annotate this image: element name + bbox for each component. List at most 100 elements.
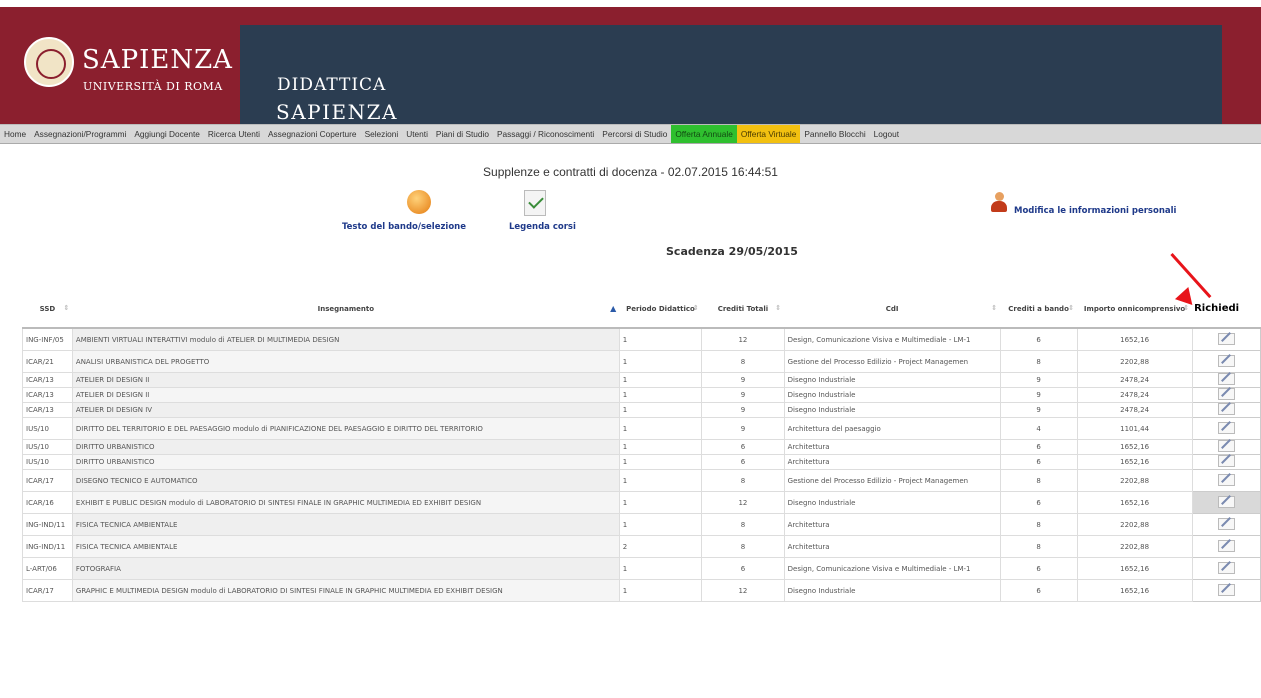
edit-icon[interactable] — [1217, 561, 1235, 574]
edit-icon[interactable] — [1217, 421, 1235, 434]
request-cell[interactable] — [1191, 387, 1261, 403]
nav-offerta-annuale[interactable]: Offerta Annuale — [671, 125, 737, 143]
nav-assegnazioni-programmi[interactable]: Assegnazioni/Programmi — [30, 125, 130, 143]
ssd-cell: ICAR/17 — [22, 469, 73, 492]
course-cell: DISEGNO TECNICO E AUTOMATICO — [71, 469, 620, 492]
amount-cell: 2202,88 — [1076, 469, 1193, 492]
nav-home[interactable]: Home — [0, 125, 30, 143]
cdl-cell: Disegno Industriale — [783, 387, 1001, 403]
request-cell[interactable] — [1191, 327, 1261, 351]
edit-icon[interactable] — [1217, 354, 1235, 367]
edit-icon[interactable] — [1217, 473, 1235, 486]
edit-icon[interactable] — [1217, 539, 1235, 552]
edit-icon[interactable] — [1217, 373, 1235, 385]
request-cell[interactable] — [1191, 454, 1261, 470]
edit-icon[interactable] — [1217, 583, 1235, 596]
credits-cell: 8 — [701, 535, 785, 558]
table-row: ICAR/13 ATELIER DI DESIGN IV 1 9 Disegno Ind… — [22, 402, 1261, 418]
legenda-icon[interactable] — [524, 190, 546, 216]
amount-cell: 1101,44 — [1076, 417, 1193, 440]
legenda-link[interactable]: Legenda corsi — [509, 222, 576, 232]
period-cell: 1 — [618, 372, 703, 388]
request-cell[interactable] — [1191, 372, 1261, 388]
amount-cell: 2202,88 — [1076, 350, 1193, 373]
brand-name[interactable]: SAPIENZA — [82, 45, 233, 75]
period-cell: 1 — [618, 579, 703, 602]
table-row: ICAR/16 EXHIBIT E PUBLIC DESIGN modulo di… — [22, 491, 1261, 514]
cdl-cell: Gestione del Processo Edilizio - Project… — [783, 469, 1001, 492]
cdl-cell: Architettura — [783, 454, 1001, 470]
header-importo[interactable]: Importo onnicomprensivo ⇕ — [1077, 290, 1193, 329]
deadline: Scadenza 29/05/2015 — [666, 245, 798, 258]
page-title: Supplenze e contratti di docenza - 02.07… — [483, 165, 778, 179]
header-crediti-totali[interactable]: Crediti Totali ⇕ — [701, 290, 785, 329]
table-row: ICAR/13 ATELIER DI DESIGN II 1 9 Disegno Ind… — [22, 387, 1261, 403]
request-cell[interactable] — [1191, 513, 1261, 536]
ssd-cell: ICAR/13 — [22, 372, 73, 388]
amount-cell: 2202,88 — [1076, 513, 1193, 536]
request-cell[interactable] — [1191, 491, 1261, 514]
request-cell[interactable] — [1191, 557, 1261, 580]
period-cell: 1 — [618, 454, 703, 470]
course-cell: ANALISI URBANISTICA DEL PROGETTO — [71, 350, 620, 373]
cdl-cell: Disegno Industriale — [783, 579, 1001, 602]
ssd-cell: ING-IND/11 — [22, 513, 73, 536]
request-cell[interactable] — [1191, 402, 1261, 418]
nav-pannello-blocchi[interactable]: Pannello Blocchi — [800, 125, 869, 143]
request-cell[interactable] — [1191, 417, 1261, 440]
cdl-cell: Architettura del paesaggio — [783, 417, 1001, 440]
course-cell: DIRITTO URBANISTICO — [71, 454, 620, 470]
sapienza-title: SAPIENZA — [276, 100, 398, 124]
nav-ricerca-utenti[interactable]: Ricerca Utenti — [204, 125, 264, 143]
nav-offerta-virtuale[interactable]: Offerta Virtuale — [736, 125, 801, 143]
period-cell: 1 — [618, 557, 703, 580]
nav-percorsi-di-studio[interactable]: Percorsi di Studio — [598, 125, 671, 143]
header-richiedi: Richiedi — [1192, 290, 1261, 329]
header-insegnamento[interactable]: Insegnamento ▲ — [72, 290, 620, 329]
request-cell[interactable] — [1191, 439, 1261, 455]
course-cell: FOTOGRAFIA — [71, 557, 620, 580]
nav-logout[interactable]: Logout — [870, 125, 903, 143]
profile-link[interactable]: Modifica le informazioni personali — [1014, 206, 1176, 216]
bando-icon[interactable] — [407, 190, 431, 214]
nav-aggiungi-docente[interactable]: Aggiungi Docente — [130, 125, 204, 143]
course-cell: GRAPHIC E MULTIMEDIA DESIGN modulo di LA… — [71, 579, 620, 602]
bando-credits-cell: 8 — [999, 469, 1078, 492]
header-cdl[interactable]: CdI ⇕ — [784, 290, 1001, 329]
credits-cell: 8 — [701, 350, 785, 373]
amount-cell: 1652,16 — [1076, 327, 1193, 351]
nav-piani-di-studio[interactable]: Piani di Studio — [432, 125, 493, 143]
cdl-cell: Design, Comunicazione Visiva e Multimedi… — [783, 327, 1001, 351]
request-cell[interactable] — [1191, 579, 1261, 602]
amount-cell: 1652,16 — [1076, 557, 1193, 580]
request-cell[interactable] — [1191, 535, 1261, 558]
nav-passaggi-riconoscimenti[interactable]: Passaggi / Riconoscimenti — [493, 125, 598, 143]
edit-icon[interactable] — [1217, 517, 1235, 530]
brand-subtitle: UNIVERSITÀ DI ROMA — [83, 80, 223, 93]
header-periodo-didattico[interactable]: Periodo Didattico ⇕ — [619, 290, 702, 329]
course-cell: DIRITTO URBANISTICO — [71, 439, 620, 455]
nav-selezioni[interactable]: Selezioni — [361, 125, 403, 143]
edit-icon[interactable] — [1217, 455, 1235, 467]
credits-cell: 6 — [701, 439, 785, 455]
person-icon[interactable] — [990, 192, 1008, 212]
edit-icon[interactable] — [1217, 495, 1235, 508]
bando-credits-cell: 6 — [999, 439, 1078, 455]
edit-icon[interactable] — [1217, 403, 1235, 415]
edit-icon[interactable] — [1217, 388, 1235, 400]
sapienza-seal-icon[interactable] — [24, 37, 74, 87]
header-crediti-a-bando[interactable]: Crediti a bando ⇕ — [1000, 290, 1078, 329]
course-cell: ATELIER DI DESIGN IV — [71, 402, 620, 418]
bando-link[interactable]: Testo del bando/selezione — [342, 222, 466, 232]
edit-icon[interactable] — [1217, 332, 1235, 345]
bando-credits-cell: 9 — [999, 402, 1078, 418]
ssd-cell: ICAR/13 — [22, 402, 73, 418]
request-cell[interactable] — [1191, 469, 1261, 492]
nav-utenti[interactable]: Utenti — [402, 125, 432, 143]
header-ssd[interactable]: SSD ⇕ — [22, 290, 73, 329]
edit-icon[interactable] — [1217, 440, 1235, 452]
nav-assegnazioni-coperture[interactable]: Assegnazioni Coperture — [264, 125, 361, 143]
bando-credits-cell: 6 — [999, 579, 1078, 602]
request-cell[interactable] — [1191, 350, 1261, 373]
cdl-cell: Architettura — [783, 513, 1001, 536]
